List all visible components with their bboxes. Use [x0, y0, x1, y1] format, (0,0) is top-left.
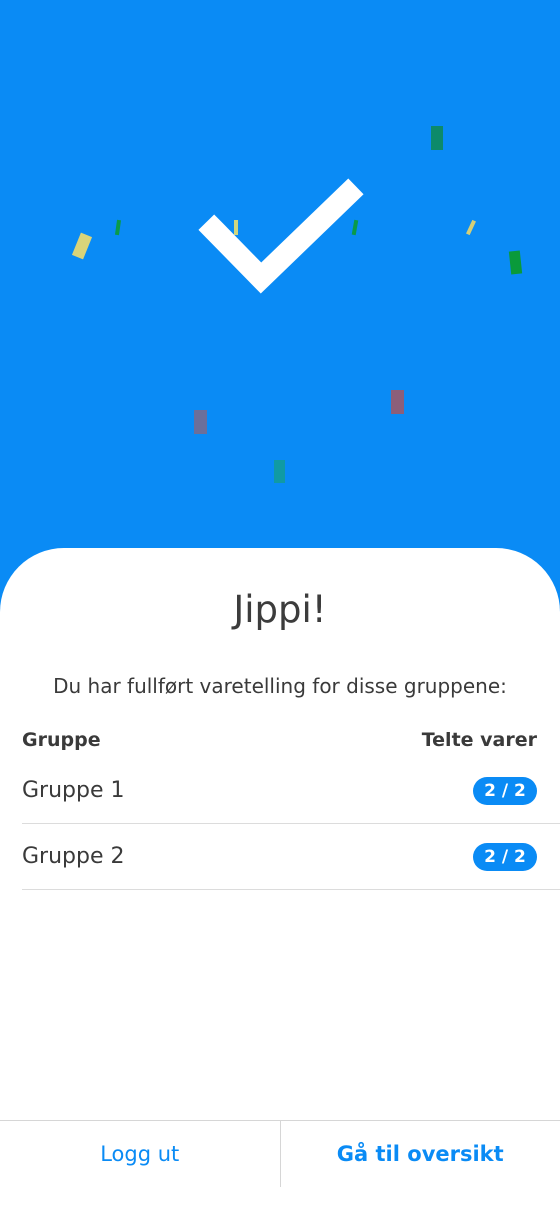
- counted-badge: 2 / 2: [473, 842, 537, 871]
- table-row: Gruppe 1 2 / 2: [22, 758, 560, 824]
- confetti-piece: [508, 250, 523, 275]
- confetti-piece: [234, 220, 238, 235]
- confetti-piece: [71, 232, 93, 260]
- page-title: Jippi!: [233, 588, 327, 631]
- checkmark-icon: [198, 178, 364, 294]
- column-header-group: Gruppe: [22, 729, 101, 751]
- confetti-piece: [194, 410, 207, 434]
- logout-button[interactable]: Logg ut: [0, 1121, 280, 1187]
- celebration-hero: [0, 0, 560, 620]
- footer-bar: Logg ut Gå til oversikt: [0, 1120, 560, 1214]
- group-table: Gruppe Telte varer Gruppe 1 2 / 2 Gruppe…: [22, 722, 560, 890]
- group-name: Gruppe 1: [22, 778, 125, 803]
- confetti-piece: [431, 126, 443, 150]
- completion-message: Du har fullført varetelling for disse gr…: [53, 674, 507, 698]
- table-row: Gruppe 2 2 / 2: [22, 824, 560, 890]
- table-header: Gruppe Telte varer: [22, 722, 560, 758]
- confetti-piece: [274, 460, 285, 483]
- go-to-overview-button[interactable]: Gå til oversikt: [281, 1121, 560, 1187]
- confetti-piece: [466, 219, 476, 236]
- column-header-counted: Telte varer: [421, 729, 537, 751]
- confetti-piece: [391, 390, 404, 414]
- counted-badge: 2 / 2: [473, 776, 537, 805]
- confetti-piece: [114, 219, 122, 236]
- group-name: Gruppe 2: [22, 844, 125, 869]
